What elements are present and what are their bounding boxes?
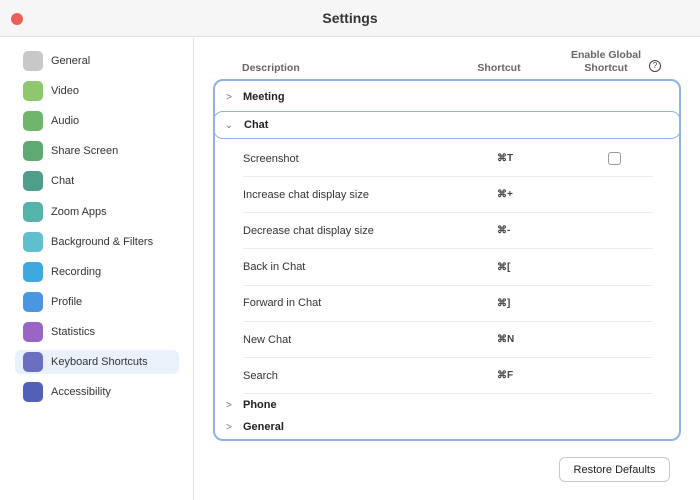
sidebar-item-label: Zoom Apps [51, 205, 107, 218]
shortcut-description: Forward in Chat [243, 297, 322, 310]
sidebar-item-label: Statistics [51, 325, 96, 338]
sidebar-item-label: Accessibility [51, 386, 111, 399]
recording-icon [23, 261, 43, 282]
sidebar-item-zoom-apps[interactable]: Zoom Apps [15, 200, 179, 224]
sidebar: General Video Audio Share Screen Chat Zoom Ap… [0, 38, 194, 500]
sidebar-item-label: Recording [51, 265, 102, 278]
sidebar-item-keyboard-shortcuts[interactable]: Keyboard Shortcuts [15, 350, 179, 374]
shortcut-description: Screenshot [243, 152, 299, 165]
sidebar-item-label: Background & Filters [51, 235, 154, 248]
shortcut-keys[interactable]: ⌘T [497, 153, 527, 164]
sidebar-item-label: General [51, 55, 91, 67]
sidebar-item-label: Share Screen [51, 145, 119, 158]
global-header-line2: Shortcut [584, 62, 628, 74]
share-screen-icon [23, 141, 43, 162]
background-icon [23, 231, 43, 252]
sidebar-item-share-screen[interactable]: Share Screen [15, 139, 179, 163]
group-label: Meeting [243, 91, 285, 103]
sidebar-item-video[interactable]: Video [15, 79, 179, 103]
sidebar-item-accessibility[interactable]: Accessibility [15, 380, 179, 404]
group-label: Phone [243, 399, 277, 411]
video-camera-icon [23, 81, 43, 102]
window-title: Settings [322, 10, 378, 26]
title-bar: Settings [0, 0, 700, 37]
zoom-apps-icon [23, 201, 43, 222]
help-icon[interactable]: ? [649, 60, 661, 72]
profile-icon [23, 291, 43, 312]
sidebar-item-profile[interactable]: Profile [15, 290, 179, 314]
sidebar-item-label: Keyboard Shortcuts [51, 356, 148, 368]
shortcut-list[interactable]: > Meeting ⌄ Chat > Phone > General Screensho… [213, 79, 681, 441]
sidebar-item-chat[interactable]: Chat [15, 169, 179, 193]
shortcut-row: New Chat ⌘N [243, 322, 653, 358]
shortcut-row: Back in Chat ⌘[ [243, 250, 653, 286]
shortcut-description: Search [243, 369, 278, 382]
sidebar-item-label: Chat [51, 175, 75, 188]
chevron-down-icon: ⌄ [224, 119, 234, 131]
chevron-right-icon: > [226, 399, 232, 411]
chevron-right-icon: > [226, 91, 232, 103]
group-general[interactable]: > General [215, 416, 679, 438]
group-chat[interactable]: ⌄ Chat [215, 111, 679, 139]
sidebar-item-recording[interactable]: Recording [15, 260, 179, 284]
sidebar-item-label: Audio [51, 115, 80, 128]
keyboard-icon [23, 352, 43, 372]
sidebar-item-background-filters[interactable]: Background & Filters [15, 230, 179, 254]
shortcut-keys[interactable]: ⌘N [497, 334, 527, 345]
global-header-line1: Enable Global [570, 49, 641, 61]
headphones-icon [23, 111, 43, 132]
sidebar-item-audio[interactable]: Audio [15, 109, 179, 133]
description-header: Description [242, 62, 300, 74]
shortcut-keys[interactable]: ⌘- [497, 225, 527, 236]
statistics-icon [23, 321, 43, 342]
close-window-button[interactable] [11, 13, 23, 25]
shortcut-description: New Chat [243, 333, 292, 346]
chat-bubble-icon [23, 171, 43, 192]
group-phone[interactable]: > Phone [215, 394, 679, 416]
sidebar-item-general[interactable]: General [15, 49, 179, 73]
chevron-right-icon: > [226, 421, 232, 433]
shortcut-header: Shortcut [477, 62, 521, 74]
main-panel: Description Shortcut Enable Global Short… [194, 38, 700, 500]
shortcut-row: Forward in Chat ⌘] [243, 286, 653, 322]
sidebar-item-label: Profile [51, 295, 83, 308]
group-label: General [243, 421, 284, 433]
group-label: Chat [244, 119, 269, 131]
shortcut-row: Increase chat display size ⌘+ [243, 177, 653, 214]
enable-global-checkbox[interactable] [608, 152, 621, 165]
shortcut-keys[interactable]: ⌘[ [497, 262, 527, 273]
shortcut-keys[interactable]: ⌘+ [497, 189, 527, 200]
shortcut-row: Decrease chat display size ⌘- [243, 213, 653, 250]
shortcut-keys[interactable]: ⌘F [497, 370, 527, 381]
shortcut-row: Screenshot ⌘T [243, 141, 653, 177]
shortcut-description: Back in Chat [243, 261, 306, 274]
shortcut-description: Increase chat display size [243, 188, 369, 201]
shortcut-description: Decrease chat display size [243, 224, 374, 237]
group-meeting[interactable]: > Meeting [215, 83, 679, 111]
sidebar-item-statistics[interactable]: Statistics [15, 320, 179, 344]
shortcut-keys[interactable]: ⌘] [497, 298, 527, 309]
accessibility-icon [23, 382, 43, 403]
gear-icon [23, 51, 43, 71]
sidebar-item-label: Video [51, 85, 79, 98]
shortcut-row: Search ⌘F [243, 358, 653, 395]
restore-defaults-button[interactable]: Restore Defaults [559, 457, 670, 482]
